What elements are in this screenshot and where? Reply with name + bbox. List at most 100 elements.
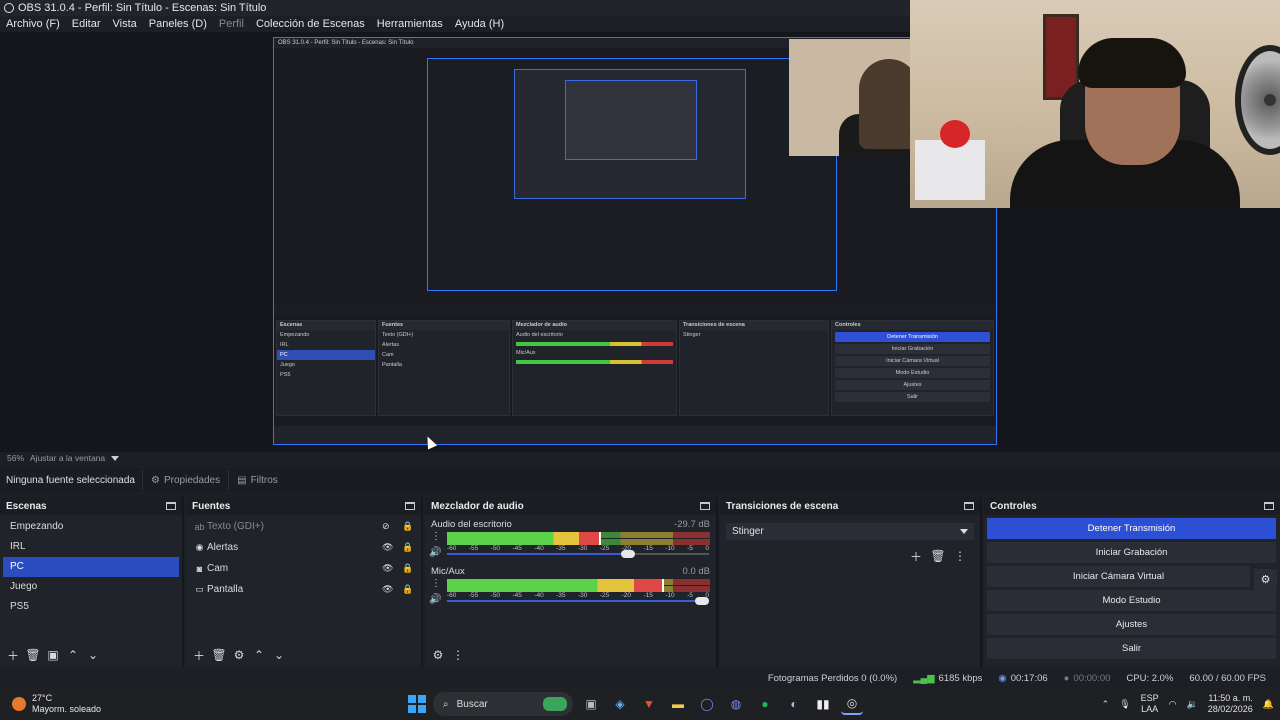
gear-icon[interactable]: ⚙ [430,647,446,663]
undock-icon[interactable] [700,502,710,510]
menu-ayuda[interactable]: Ayuda (H) [449,18,510,30]
more-options-icon[interactable]: ⋮ [431,531,441,542]
taskbar-search[interactable]: ⌕ Buscar [433,692,573,716]
brave-icon[interactable]: ▼ [638,693,660,715]
nested-sources-header: Fuentes [379,321,509,330]
nested-record-btn: Iniciar Grabación [835,344,990,354]
nested-exit-btn: Salir [835,392,990,402]
undock-icon[interactable] [405,502,415,510]
more-options-icon[interactable]: ⋮ [431,578,441,589]
chevron-up-icon[interactable]: ⌃ [1102,699,1110,710]
filters-icon[interactable]: ▣ [45,647,61,663]
undock-icon[interactable] [1264,502,1274,510]
transition-select[interactable]: Stinger [726,523,974,540]
microphone-icon[interactable]: 🎙 [1119,699,1130,710]
menu-paneles[interactable]: Paneles (D) [143,18,213,30]
scene-item-ps5[interactable]: PS5 [3,597,179,617]
add-scene-icon[interactable]: ＋ [5,647,21,663]
exit-button[interactable]: Salir [987,638,1276,659]
source-item-pantalla[interactable]: ▭ Pantalla 👁 🔒 [186,579,421,600]
source-item-cam[interactable]: ◙ Cam 👁 🔒 [186,558,421,579]
lock-icon[interactable]: 🔒 [402,542,413,553]
chevron-down-icon [960,529,968,534]
obs-window: OBS 31.0.4 - Perfil: Sin Título - Escena… [0,0,1280,720]
weather-widget[interactable]: 27°C Mayorm. soleado [0,693,200,715]
start-recording-button[interactable]: Iniciar Grabación [987,542,1276,563]
undock-icon[interactable] [166,502,176,510]
eye-hidden-icon[interactable]: ⊘ [382,521,393,532]
properties-button[interactable]: ⚙ Propiedades [142,470,228,490]
speaker-icon[interactable]: 🔊 [429,547,441,558]
clock[interactable]: 11:50 a. m. 28/02/2026 [1208,693,1253,715]
scene-item-pc[interactable]: PC [3,557,179,577]
menu-archivo[interactable]: Archivo (F) [0,18,66,30]
notification-icon[interactable]: 🔔 [1263,699,1274,710]
wifi-icon[interactable]: ◠ [1169,699,1177,710]
nested-transitions-dock: Transiciones de escena Stinger [679,320,829,416]
slider-knob[interactable] [695,597,709,605]
undock-icon[interactable] [964,502,974,510]
lock-icon[interactable]: 🔒 [402,563,413,574]
volume-slider[interactable] [447,597,710,605]
folder-icon[interactable]: ▬ [667,693,689,715]
menu-vista[interactable]: Vista [107,18,143,30]
move-down-icon[interactable]: ⌄ [271,647,287,663]
record-time-segment: ● 00:00:00 [1056,673,1119,684]
channel-name: Audio del escritorio [431,519,512,530]
zoom-option[interactable]: Ajustar a la ventana [30,453,105,463]
camera-icon: ◙ [196,563,203,574]
filters-button[interactable]: ▤ Filtros [228,470,286,490]
slider-knob[interactable] [620,550,635,558]
eye-icon[interactable]: 👁 [382,542,393,553]
gear-icon[interactable]: ⚙ [231,647,247,663]
volume-slider[interactable] [447,550,710,558]
speaker-icon[interactable]: 🔊 [429,594,441,605]
nested-settings-btn: Ajustes [835,380,990,390]
scene-item-irl[interactable]: IRL [3,537,179,557]
more-options-icon[interactable]: ⋮ [450,647,466,663]
remove-scene-icon[interactable]: 🗑 [25,647,41,663]
lock-icon[interactable]: 🔒 [402,584,413,595]
scene-item-juego[interactable]: Juego [3,577,179,597]
language-indicator[interactable]: ESP LAA [1141,693,1159,715]
nested-deep-preview-2 [565,80,697,160]
eye-icon[interactable]: 👁 [382,563,393,574]
steam-icon[interactable]: ◐ [783,693,805,715]
windows-start-icon[interactable] [408,695,426,713]
move-up-icon[interactable]: ⌃ [251,647,267,663]
task-view-icon[interactable]: ▣ [580,693,602,715]
audio-app-icon[interactable]: ▮▮ [812,693,834,715]
remove-source-icon[interactable]: 🗑 [211,647,227,663]
settings-button[interactable]: Ajustes [987,614,1276,635]
menu-herramientas[interactable]: Herramientas [371,18,449,30]
person-hair [1078,38,1186,88]
eye-icon[interactable]: 👁 [382,584,393,595]
app-icon[interactable]: ◯ [696,693,718,715]
virtual-camera-settings-button[interactable]: ⚙ [1254,569,1277,590]
discord-icon[interactable]: ◍ [725,693,747,715]
copilot-icon[interactable]: ◈ [609,693,631,715]
move-down-icon[interactable]: ⌄ [85,647,101,663]
source-item-texto[interactable]: ab Texto (GDI+) ⊘ 🔒 [186,516,421,537]
nested-scene-2: IRL [280,342,289,348]
more-options-icon[interactable]: ⋮ [952,548,968,564]
chevron-down-icon[interactable] [111,455,120,461]
lock-icon[interactable]: 🔒 [402,521,413,532]
add-source-icon[interactable]: ＋ [191,647,207,663]
menu-coleccion-escenas[interactable]: Colección de Escenas [250,18,371,30]
add-transition-icon[interactable]: ＋ [908,548,924,564]
studio-mode-button[interactable]: Modo Estudio [987,590,1276,611]
spotify-icon[interactable]: ● [754,693,776,715]
obs-taskbar-icon[interactable]: ◎ [841,693,863,715]
start-virtual-camera-button[interactable]: Iniciar Cámara Virtual [987,566,1250,587]
remove-transition-icon[interactable]: 🗑 [930,548,946,564]
stop-stream-button[interactable]: Detener Transmisión [987,518,1276,539]
scene-item-empezando[interactable]: Empezando [3,517,179,537]
move-up-icon[interactable]: ⌃ [65,647,81,663]
menu-editar[interactable]: Editar [66,18,107,30]
nested-stream-btn: Detener Transmisión [835,332,990,342]
volume-icon[interactable]: 🔉 [1187,699,1198,710]
zoom-level: 56% [7,453,25,463]
source-item-alertas[interactable]: ◉ Alertas 👁 🔒 [186,537,421,558]
menu-perfil[interactable]: Perfil [213,18,250,30]
